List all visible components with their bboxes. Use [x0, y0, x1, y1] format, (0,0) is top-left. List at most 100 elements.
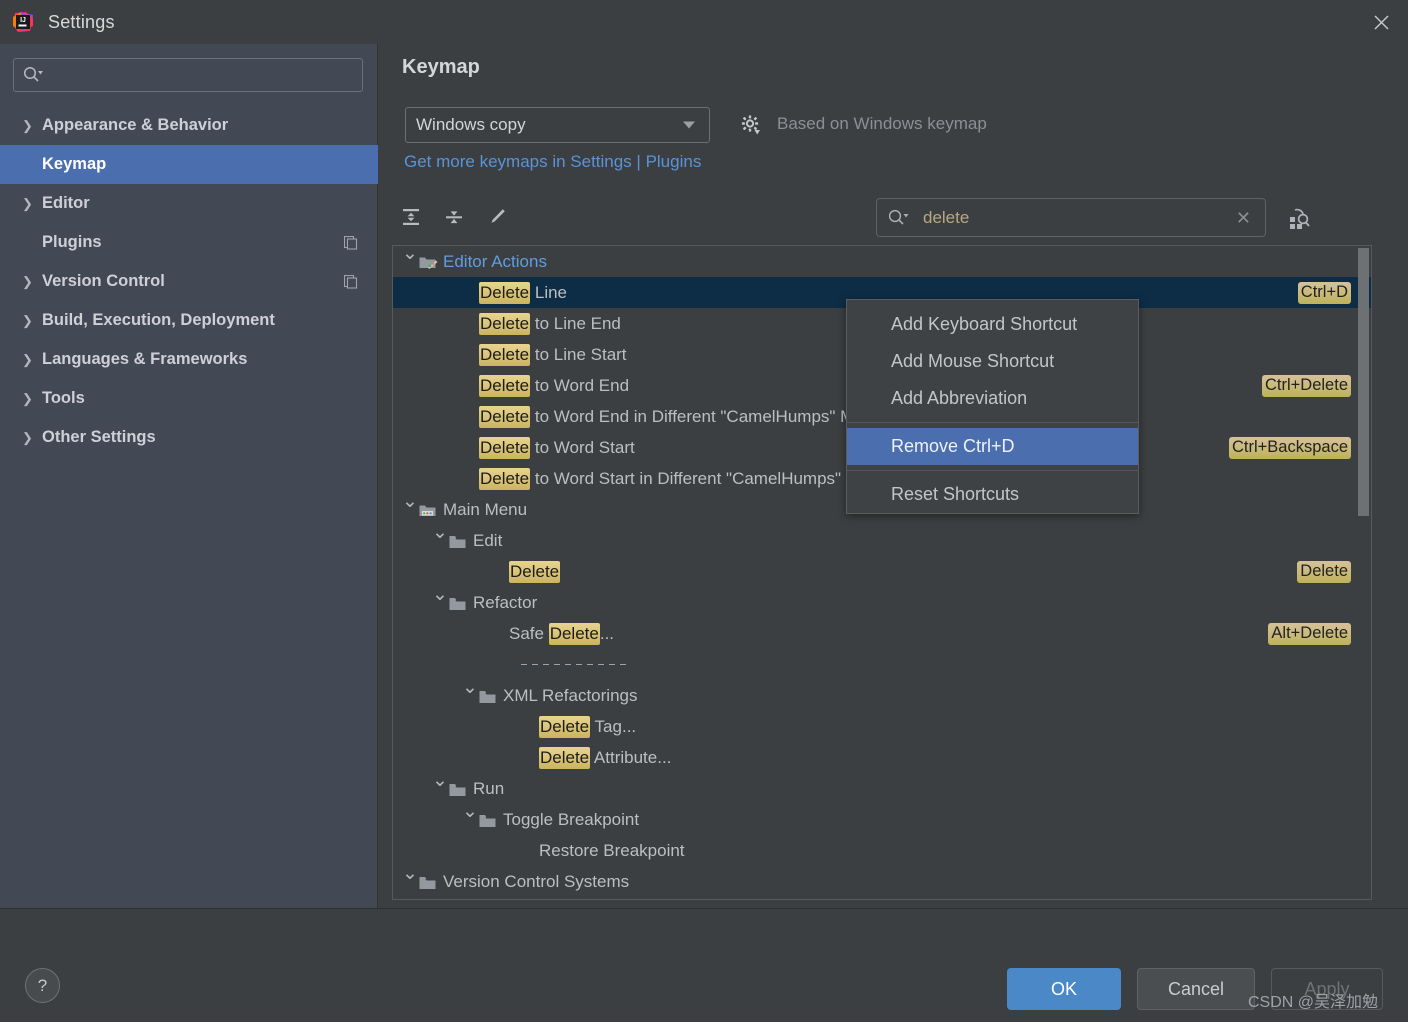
context-menu-item[interactable]: Add Mouse Shortcut [847, 343, 1138, 380]
search-match-highlight: Delete [539, 715, 591, 738]
sidebar-item-label: Keymap [42, 155, 107, 173]
chevron-right-icon[interactable]: ❯ [22, 391, 38, 407]
sidebar-item-tools[interactable]: ❯ Tools [0, 379, 378, 418]
tree-row[interactable]: ⌄ Edit [393, 522, 1371, 556]
tree-row[interactable]: ⌄ Version Control Systems [393, 863, 1371, 897]
tree-row-label: Edit [473, 530, 503, 550]
tree-row-label: Delete Attribute... [539, 746, 672, 769]
tree-row-label: Run [473, 778, 505, 798]
tree-row-label: Delete to Word Start in Different "Camel… [479, 467, 889, 490]
chevron-right-icon[interactable]: ❯ [22, 352, 38, 368]
menu-separator [847, 422, 1138, 423]
shortcut-badge: Ctrl+Backspace [1228, 436, 1351, 459]
search-match-highlight: Delete [509, 560, 561, 583]
shortcut-badge: Ctrl+Delete [1262, 374, 1351, 397]
context-menu-item[interactable]: Add Abbreviation [847, 380, 1138, 417]
settings-search-box[interactable] [13, 58, 363, 92]
shortcut-badge: Delete [1297, 560, 1351, 583]
tree-row-label: Delete to Word End in Different "CamelHu… [479, 405, 883, 428]
chevron-down-icon[interactable]: ⌄ [402, 490, 418, 513]
sidebar-item-label: Tools [42, 389, 85, 407]
sidebar-item-appearance-behavior[interactable]: ❯ Appearance & Behavior [0, 106, 378, 145]
keymap-select[interactable]: Windows copy [405, 107, 710, 143]
chevron-right-icon[interactable]: ❯ [22, 313, 38, 329]
dialog-footer: ? OK Cancel Apply [0, 908, 1408, 1022]
chevron-down-icon[interactable]: ⌄ [402, 862, 418, 885]
tree-row[interactable]: Delete Attribute... [393, 742, 1371, 773]
chevron-right-icon[interactable]: ❯ [22, 118, 38, 134]
clear-icon[interactable]: ✕ [1236, 209, 1255, 227]
sidebar-item-version-control[interactable]: ❯ Version Control [0, 262, 378, 301]
chevron-down-icon[interactable]: ⌄ [432, 583, 448, 606]
search-match-highlight: Delete [479, 343, 531, 366]
shortcut-badge: Alt+Delete [1268, 622, 1351, 645]
tree-row[interactable]: Safe Delete... Alt+Delete [393, 618, 1371, 649]
tree-row-label: Delete [509, 560, 561, 583]
settings-search-input[interactable] [44, 67, 354, 83]
shortcut-context-menu[interactable]: Add Keyboard Shortcut Add Mouse Shortcut A… [846, 299, 1139, 514]
tree-row[interactable]: ⌄ Editor Actions [393, 246, 1371, 277]
search-match-highlight: Delete [479, 436, 531, 459]
tree-row-label: Safe Delete... [509, 622, 615, 645]
chevron-right-icon[interactable]: ❯ [22, 196, 38, 212]
sidebar-list: ❯Appearance & Behavior❯Keymap❯Editor❯Plu… [0, 106, 378, 457]
search-match-highlight: Delete [479, 281, 531, 304]
tree-row[interactable]: Restore Breakpoint [393, 835, 1371, 866]
editor-actions-folder-icon [419, 255, 438, 269]
pencil-icon[interactable] [482, 202, 512, 232]
sidebar-item-build-execution-deployment[interactable]: ❯ Build, Execution, Deployment [0, 301, 378, 340]
folder-icon [419, 875, 436, 889]
tree-row[interactable]: Delete Tag... [393, 711, 1371, 742]
based-on-label: Based on Windows keymap [777, 114, 987, 133]
chevron-down-icon[interactable]: ⌄ [402, 246, 418, 265]
collapse-all-icon[interactable] [439, 202, 469, 232]
context-menu-item[interactable]: Add Keyboard Shortcut [847, 306, 1138, 343]
search-icon [887, 208, 911, 228]
help-button[interactable]: ? [25, 968, 60, 1003]
chevron-down-icon[interactable]: ⌄ [462, 800, 478, 823]
tree-row-label: Delete Tag... [539, 715, 637, 738]
sidebar-item-other-settings[interactable]: ❯ Other Settings [0, 418, 378, 457]
window-title: Settings [48, 11, 115, 32]
action-search-box[interactable]: delete ✕ [876, 198, 1266, 237]
find-by-shortcut-icon[interactable] [1282, 202, 1314, 234]
expand-all-icon[interactable] [396, 202, 426, 232]
tree-row-label: Delete to Line Start [479, 343, 627, 366]
tree-row[interactable]: Delete Delete [393, 556, 1371, 587]
folder-icon [479, 689, 496, 703]
chevron-down-icon[interactable]: ⌄ [432, 769, 448, 792]
tree-row[interactable]: ⌄ Refactor [393, 584, 1371, 618]
tree-row[interactable] [393, 649, 1371, 680]
tree-row[interactable]: ⌄ XML Refactorings [393, 677, 1371, 711]
tree-row-label: Editor Actions [443, 251, 547, 271]
context-menu-item[interactable]: Reset Shortcuts [847, 476, 1138, 513]
intellij-idea-logo-icon: IJ [12, 11, 34, 33]
chevron-right-icon[interactable]: ❯ [22, 274, 38, 290]
chevron-down-icon[interactable]: ⌄ [432, 521, 448, 544]
context-menu-item[interactable]: Remove Ctrl+D [847, 428, 1138, 465]
sidebar-item-keymap[interactable]: ❯Keymap [0, 145, 378, 184]
keymap-select-value: Windows copy [416, 115, 526, 134]
tree-row[interactable]: ⌄ Run [393, 770, 1371, 804]
gear-icon[interactable] [736, 110, 766, 140]
menu-separator [521, 664, 631, 665]
close-icon[interactable] [1354, 0, 1408, 44]
sidebar-item-label: Languages & Frameworks [42, 350, 248, 368]
watermark: CSDN @吴泽加勉 [1248, 994, 1379, 1011]
copy-icon [343, 274, 358, 289]
tree-row-label: Refactor [473, 592, 538, 612]
get-more-keymaps-link[interactable]: Get more keymaps in Settings | Plugins [404, 152, 701, 172]
chevron-down-icon[interactable]: ⌄ [462, 676, 478, 699]
search-match-highlight: Delete [548, 622, 600, 645]
chevron-right-icon[interactable]: ❯ [22, 430, 38, 446]
ok-button[interactable]: OK [1007, 968, 1121, 1010]
sidebar-item-label: Build, Execution, Deployment [42, 311, 275, 329]
tree-scrollbar[interactable] [1358, 248, 1369, 516]
tree-row[interactable]: ⌄ Toggle Breakpoint [393, 801, 1371, 835]
sidebar-item-plugins[interactable]: ❯Plugins [0, 223, 378, 262]
sidebar-item-languages-frameworks[interactable]: ❯ Languages & Frameworks [0, 340, 378, 379]
menu-separator [847, 470, 1138, 471]
cancel-button[interactable]: Cancel [1137, 968, 1255, 1010]
folder-icon [449, 782, 466, 796]
sidebar-item-editor[interactable]: ❯ Editor [0, 184, 378, 223]
